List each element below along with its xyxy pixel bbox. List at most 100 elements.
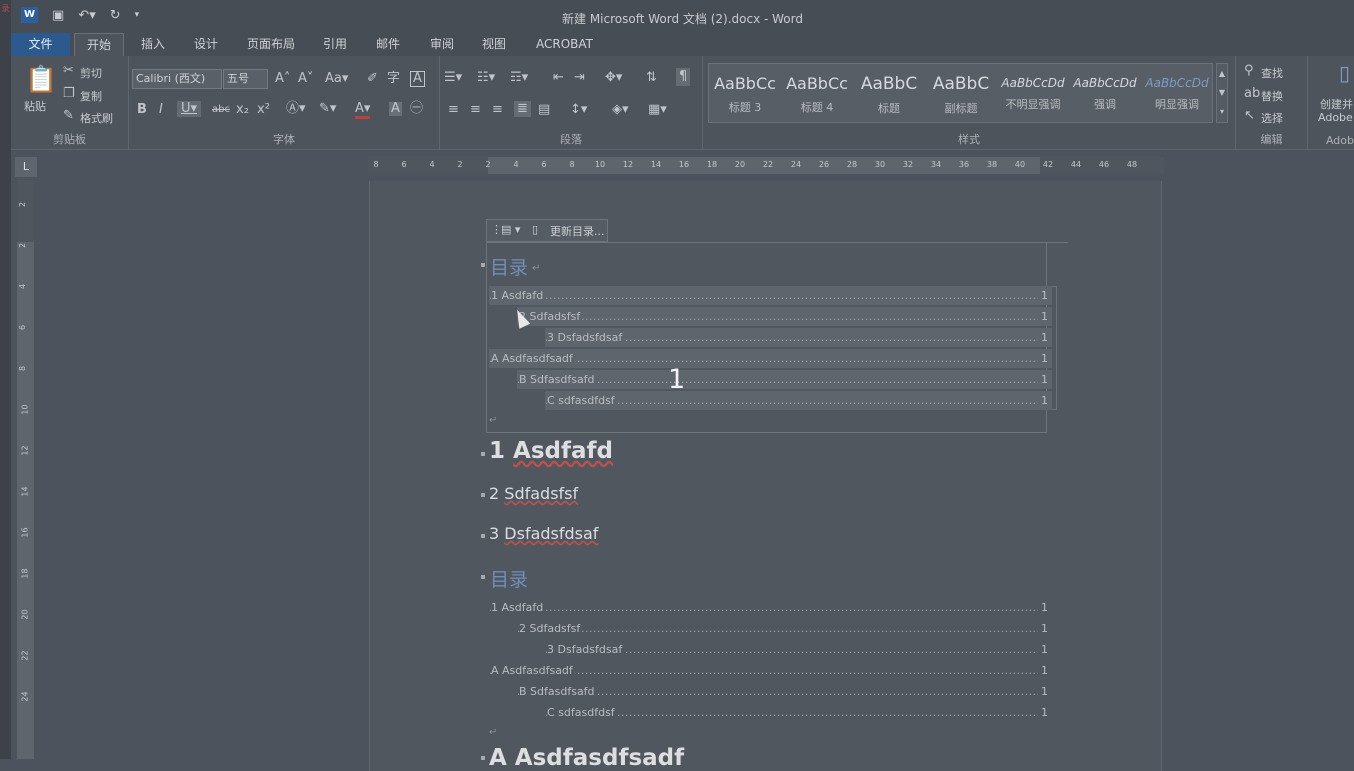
- ruler-v-number: 6: [18, 324, 28, 331]
- paste-button[interactable]: 粘贴: [24, 98, 46, 114]
- italic-icon[interactable]: I: [159, 103, 163, 117]
- subscript-icon[interactable]: x₂: [236, 103, 249, 117]
- paste-icon[interactable]: 📋: [25, 66, 57, 94]
- distributed-icon[interactable]: ▤: [538, 103, 550, 117]
- replace-button[interactable]: 替换: [1261, 88, 1283, 104]
- tab-home[interactable]: 开始: [74, 33, 125, 56]
- style-subtitle[interactable]: AaBbC 副标题: [925, 64, 997, 122]
- borders-icon[interactable]: ▦▾: [648, 103, 667, 117]
- bold-icon[interactable]: B: [137, 103, 147, 117]
- title-bar: W ▣ ↶▾ ↻ ▾ 新建 Microsoft Word 文档 (2).docx…: [11, 0, 1354, 32]
- ruler-left-margin: [368, 157, 488, 174]
- cut-button[interactable]: 剪切: [80, 65, 102, 81]
- grow-font-icon[interactable]: A˄: [275, 72, 290, 86]
- bullets-icon[interactable]: ☰▾: [444, 71, 462, 85]
- multilevel-list-icon[interactable]: ☶▾: [510, 71, 528, 85]
- style-intense-emphasis[interactable]: AaBbCcDd 明显强调: [1141, 64, 1213, 122]
- chinese-layout-icon[interactable]: ✥▾: [605, 71, 622, 85]
- ruler-h-number: 6: [401, 160, 407, 169]
- superscript-icon[interactable]: x²: [257, 103, 270, 117]
- chevron-down-icon[interactable]: ▼: [1217, 83, 1227, 102]
- toc-entry[interactable]: ........................................…: [545, 703, 1052, 722]
- toc-entry[interactable]: ........................................…: [517, 370, 1052, 389]
- tab-references[interactable]: 引用: [311, 33, 359, 56]
- tab-file[interactable]: 文件: [11, 33, 70, 56]
- line-spacing-icon[interactable]: ↕▾: [570, 103, 587, 117]
- select-button[interactable]: 选择: [1261, 110, 1283, 126]
- char-border-icon[interactable]: A: [410, 71, 425, 87]
- tab-design[interactable]: 设计: [182, 33, 230, 56]
- tab-page-layout[interactable]: 页面布局: [235, 33, 307, 56]
- strikethrough-icon[interactable]: abc: [212, 103, 230, 117]
- font-color-icon[interactable]: A▾: [355, 102, 371, 119]
- update-toc-button[interactable]: 更新目录...: [550, 223, 605, 239]
- copy-button[interactable]: 复制: [80, 88, 102, 104]
- align-left-icon[interactable]: ≡: [448, 103, 459, 117]
- decrease-indent-icon[interactable]: ⇤: [553, 71, 564, 85]
- highlight-icon[interactable]: ✎▾: [319, 102, 336, 116]
- heading-2[interactable]: 2 Sdfadsfsf: [489, 484, 578, 503]
- create-adobe-button-line2[interactable]: Adobe: [1318, 111, 1353, 124]
- text-effects-icon[interactable]: Ⓐ▾: [286, 102, 306, 116]
- create-adobe-button[interactable]: 创建并: [1320, 96, 1353, 112]
- clear-format-icon[interactable]: ✐: [367, 72, 378, 86]
- toc-entry[interactable]: ........................................…: [489, 598, 1052, 617]
- toc-entry[interactable]: ........................................…: [489, 349, 1052, 368]
- style-emphasis[interactable]: AaBbCcDd 强调: [1069, 64, 1141, 122]
- styles-gallery-scroller[interactable]: ▲ ▼ ▾: [1216, 63, 1228, 123]
- char-shading-icon[interactable]: A: [389, 102, 402, 116]
- tab-insert[interactable]: 插入: [129, 33, 177, 56]
- show-marks-icon[interactable]: ¶: [676, 68, 691, 86]
- toc-entry-page: 1: [1041, 685, 1048, 698]
- toc-entry[interactable]: ........................................…: [545, 640, 1052, 659]
- find-button[interactable]: 查找: [1261, 65, 1283, 81]
- toc-entry[interactable]: ........................................…: [489, 286, 1052, 305]
- align-right-icon[interactable]: ≡: [492, 103, 503, 117]
- align-center-icon[interactable]: ≡: [470, 103, 481, 117]
- ribbon: 📋 粘贴 ✂ 剪切 ❐ 复制 ✎ 格式刷 剪贴板 Calibri (西文) 五号…: [11, 56, 1354, 150]
- adobe-pdf-icon[interactable]: ▯: [1339, 63, 1350, 83]
- chevron-up-icon[interactable]: ▲: [1217, 64, 1227, 83]
- gallery-expand-icon[interactable]: ▾: [1217, 102, 1227, 121]
- heading-3[interactable]: 3 Dsfadsfdsaf: [489, 524, 598, 543]
- ruler-h-number: 34: [930, 160, 942, 169]
- style-heading-3[interactable]: AaBbCc 标题 3: [709, 64, 781, 122]
- horizontal-ruler[interactable]: 8 6 4 2 2 4 6 8 10 12 14 16 18 20 22 24 26 28 30 32 34 36 38 40…: [368, 157, 1164, 174]
- vertical-ruler[interactable]: 2 2 4 6 8 10 12 14 16 18 20 22 24: [17, 180, 34, 759]
- style-title[interactable]: AaBbC 标题: [853, 64, 925, 122]
- format-painter-button[interactable]: 格式刷: [80, 110, 113, 126]
- tab-mailings[interactable]: 邮件: [364, 33, 412, 56]
- toc-leader-dots: ........................................…: [517, 310, 1038, 323]
- toc-entry[interactable]: ........................................…: [517, 682, 1052, 701]
- phonetic-guide-icon[interactable]: 字: [387, 72, 400, 86]
- justify-icon[interactable]: ≣: [514, 101, 531, 117]
- ruler-v-number: 22: [20, 650, 30, 661]
- toc-entry[interactable]: ........................................…: [517, 619, 1052, 638]
- ruler-h-number: 28: [846, 160, 858, 169]
- enclose-char-icon[interactable]: ㊀: [410, 102, 423, 116]
- tab-view[interactable]: 视图: [470, 33, 518, 56]
- style-subtle-emphasis[interactable]: AaBbCcDd 不明显强调: [997, 64, 1069, 122]
- heading-A[interactable]: A Asdfasdfsadf: [489, 745, 684, 771]
- sort-icon[interactable]: ⇅: [646, 71, 657, 85]
- toc-entry[interactable]: ........................................…: [545, 328, 1052, 347]
- toc-entry[interactable]: ........................................…: [545, 391, 1052, 410]
- font-name-select[interactable]: Calibri (西文): [132, 69, 222, 89]
- tab-review[interactable]: 审阅: [418, 33, 466, 56]
- heading-1[interactable]: 1 Asdfafd: [489, 438, 613, 464]
- style-heading-4[interactable]: AaBbCc 标题 4: [781, 64, 853, 122]
- numbering-icon[interactable]: ☷▾: [477, 71, 495, 85]
- font-group-label: 字体: [273, 133, 295, 146]
- change-case-icon[interactable]: Aa▾: [325, 72, 348, 86]
- increase-indent-icon[interactable]: ⇥: [574, 71, 585, 85]
- underline-icon[interactable]: U▾: [177, 101, 202, 117]
- tab-acrobat[interactable]: ACROBAT: [524, 33, 605, 56]
- tab-stop-selector[interactable]: L: [15, 157, 37, 177]
- toc-entry-page: 1: [1041, 331, 1048, 344]
- toc-menu-icon[interactable]: ▤ ▾: [501, 223, 520, 236]
- shrink-font-icon[interactable]: A˅: [298, 72, 313, 86]
- toc-entry[interactable]: ........................................…: [489, 661, 1052, 680]
- shading-icon[interactable]: ◈▾: [612, 103, 629, 117]
- font-size-select[interactable]: 五号: [223, 69, 268, 89]
- toc-entry[interactable]: ........................................…: [517, 307, 1052, 326]
